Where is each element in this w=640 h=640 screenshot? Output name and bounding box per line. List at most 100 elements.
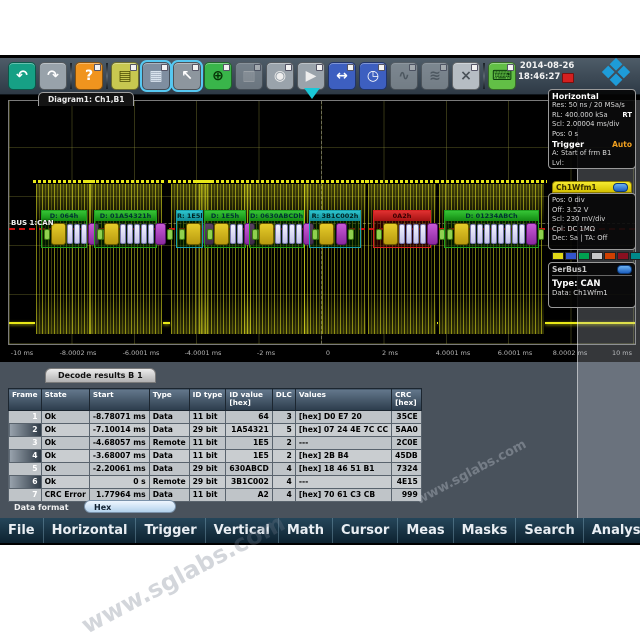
decode-results-tab[interactable]: Decode results B 1	[45, 368, 156, 383]
menu-item[interactable]: Search	[516, 518, 583, 543]
signal-minitab[interactable]	[604, 252, 616, 260]
column-header[interactable]: State	[41, 389, 89, 411]
toolbar-icon[interactable]: ↖	[173, 62, 201, 90]
column-header[interactable]: ID value [hex]	[226, 389, 272, 411]
table-row[interactable]: 2 Ok -7.10014 ms Data 29 bit 1A54321 5 […	[9, 423, 422, 436]
sof-field	[312, 229, 318, 240]
menu-item[interactable]: Math	[279, 518, 333, 543]
toolbar-icon[interactable]: ↔	[328, 62, 356, 90]
signal-minitab[interactable]	[565, 252, 577, 260]
can-frame: D: 1E5h	[204, 210, 246, 248]
menu-item[interactable]: Cursor	[333, 518, 398, 543]
serbus-settings-icon[interactable]	[617, 265, 632, 274]
id-field	[319, 223, 334, 245]
cell-state: Ok	[41, 475, 89, 488]
menu-item[interactable]: Trigger	[136, 518, 205, 543]
can-frame: D: 01234ABCh	[444, 210, 539, 248]
toolbar-icon[interactable]: ▦	[142, 62, 170, 90]
serbus1-info-panel[interactable]: SerBus1 Type: CAN Data: Ch1Wfm1	[548, 262, 636, 308]
column-header[interactable]: ID type	[189, 389, 226, 411]
cell-state: CRC Error	[41, 488, 89, 501]
menu-item[interactable]: Vertical	[206, 518, 279, 543]
channel-settings-icon[interactable]	[613, 183, 628, 192]
main-menu-bar: FileHorizontalTriggerVerticalMathCursorM…	[0, 518, 640, 543]
row-text: Pos: 0 s	[552, 130, 578, 140]
table-row[interactable]: 3 Ok -4.68057 ms Remote 11 bit 1E5 2 ---…	[9, 436, 422, 449]
decode-results-table: FrameStateStartTypeID typeID value [hex]…	[8, 388, 422, 502]
signal-minitab[interactable]	[578, 252, 590, 260]
cell-crc: 4E15	[392, 475, 422, 488]
cell-start: 0 s	[89, 475, 149, 488]
ch1-panel-row: Off: 3.52 V	[552, 206, 632, 216]
signal-minitabs[interactable]	[552, 252, 640, 260]
column-header[interactable]: Frame	[9, 389, 42, 411]
sof-field	[44, 229, 50, 240]
can-frame-label: D: 01234ABCh	[445, 211, 538, 221]
signal-minitab[interactable]	[552, 252, 564, 260]
rohde-schwarz-logo	[598, 62, 636, 82]
cell-crc: 7324	[392, 462, 422, 475]
diagram-tab[interactable]: Diagram1: Ch1,B1	[38, 92, 134, 106]
cell-frame: 7	[9, 488, 42, 501]
ch1wfm1-info-panel[interactable]: Pos: 0 divOff: 3.52 VScl: 230 mV/divCpl:…	[548, 193, 636, 250]
toolbar-icon[interactable]: ⊕	[204, 62, 232, 90]
time-axis: -10 ms-8.0002 ms-6.0001 ms-4.0001 ms-2 m…	[8, 345, 636, 362]
data-format-select[interactable]: Hex	[84, 500, 176, 513]
table-row[interactable]: 6 Ok 0 s Remote 29 bit 3B1C002 4 --- 4E1…	[9, 475, 422, 488]
menu-item[interactable]: Horizontal	[44, 518, 137, 543]
id-field	[186, 223, 201, 245]
column-header[interactable]: Start	[89, 389, 149, 411]
menu-item[interactable]: Meas	[398, 518, 453, 543]
toolbar-icon[interactable]: ↶	[8, 62, 36, 90]
toolbar-icon[interactable]: ⌨	[488, 62, 516, 90]
toolbar-icon[interactable]	[70, 63, 72, 89]
ch1-panel-row: Dec: Sa | TA: Off	[552, 234, 632, 244]
signal-minitab[interactable]	[630, 252, 640, 260]
toolbar-icon[interactable]: ?	[75, 62, 103, 90]
column-header[interactable]: Values	[295, 389, 391, 411]
ch1wfm1-tab[interactable]: Ch1Wfm1	[552, 181, 632, 193]
toolbar-icon[interactable]: ▶	[297, 62, 325, 90]
table-row[interactable]: 5 Ok -2.20061 ms Data 29 bit 630ABCD 4 […	[9, 462, 422, 475]
table-row[interactable]: 4 Ok -3.68007 ms Data 11 bit 1E5 2 [hex]…	[9, 449, 422, 462]
cell-id-value: 1A54321	[226, 423, 272, 436]
menu-item[interactable]: Analysis	[584, 518, 640, 543]
toolbar-icon[interactable]	[106, 63, 108, 89]
cell-id-value: 630ABCD	[226, 462, 272, 475]
column-header[interactable]: DLC	[272, 389, 295, 411]
can-frame-label: 0A2h	[374, 211, 430, 221]
data-bytes	[120, 224, 154, 244]
column-header[interactable]: Type	[149, 389, 189, 411]
column-header[interactable]: CRC [hex]	[392, 389, 422, 411]
can-frame: D: 01A54321h	[94, 210, 157, 248]
data-bytes	[230, 224, 243, 244]
cell-id-type: 11 bit	[189, 449, 226, 462]
id-field	[454, 223, 469, 245]
oscilloscope-screen: ↶↷?▤▦↖⊕▥◉▶↔◷∿≋×⌨ 2014-08-26 18:46:27 Dia…	[0, 55, 640, 545]
table-row[interactable]: 7 CRC Error 1.77964 ms Data 11 bit A2 4 …	[9, 488, 422, 501]
toolbar-icon[interactable]: ×	[452, 62, 480, 90]
toolbar-icon[interactable]	[483, 63, 485, 89]
toolbar-icon[interactable]: ▥	[235, 62, 263, 90]
cell-start: -7.10014 ms	[89, 423, 149, 436]
cell-state: Ok	[41, 462, 89, 475]
toolbar-icon[interactable]: ◷	[359, 62, 387, 90]
toolbar-icon[interactable]: ◉	[266, 62, 294, 90]
ch1-panel-row: Scl: 230 mV/div	[552, 215, 632, 225]
cell-id-type: 29 bit	[189, 423, 226, 436]
ch1-panel-row: Pos: 0 div	[552, 196, 632, 206]
can-frame-label: D: 1E5h	[205, 211, 245, 221]
toolbar-icon[interactable]: ∿	[390, 62, 418, 90]
toolbar-icon[interactable]: ▤	[111, 62, 139, 90]
trigger-position-marker[interactable]	[304, 88, 320, 99]
menu-item[interactable]: File	[0, 518, 44, 543]
waveform-plot[interactable]: D: 064h D: 01A54321h	[8, 100, 636, 345]
signal-minitab[interactable]	[591, 252, 603, 260]
menu-item[interactable]: Masks	[454, 518, 517, 543]
toolbar-icon[interactable]: ≋	[421, 62, 449, 90]
table-row[interactable]: 1 Ok -8.78071 ms Data 11 bit 64 3 [hex] …	[9, 410, 422, 423]
horizontal-info-panel[interactable]: Horizontal Res: 50 ns / 20 MSa/sRL: 400.…	[548, 89, 636, 169]
crc-field	[155, 223, 166, 245]
signal-minitab[interactable]	[617, 252, 629, 260]
toolbar-icon[interactable]: ↷	[39, 62, 67, 90]
